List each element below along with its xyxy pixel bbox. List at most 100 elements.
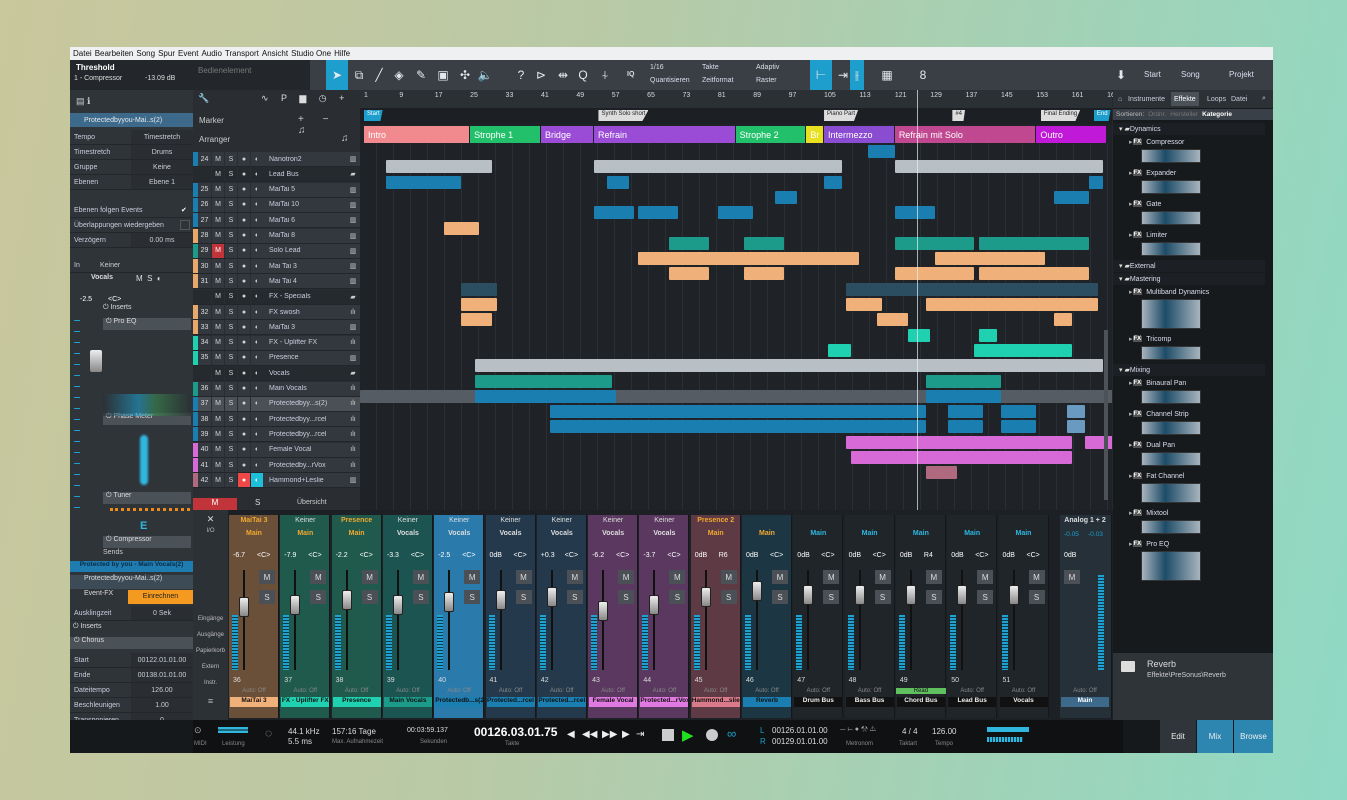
folder-track[interactable]: M S ● ◐ FX - Specials ▰ [193, 289, 360, 305]
mute-button[interactable]: M [211, 396, 224, 411]
checkbox[interactable] [180, 220, 190, 230]
track-row[interactable]: 28 M S ● ◐ MaiTai 8 ▥ [193, 228, 360, 244]
vertical-scrollbar[interactable] [1104, 330, 1108, 500]
layout-icon[interactable]: ▦ [876, 60, 898, 90]
mixer-extern[interactable]: Extern [193, 664, 228, 670]
mute-button[interactable]: M [211, 305, 224, 319]
event-clip[interactable] [978, 236, 1090, 250]
channel-output[interactable]: Main [280, 530, 330, 537]
tab-loops[interactable]: Loops [1204, 92, 1229, 106]
checkbox-checked-icon[interactable]: ✔ [181, 206, 193, 214]
inspector-pan[interactable]: <C> [108, 296, 121, 303]
channel-fader[interactable] [290, 595, 301, 615]
page-projekt[interactable]: Projekt [1229, 70, 1254, 79]
record-arm-button[interactable]: ● [237, 350, 250, 365]
inspector-row-timestretch[interactable]: Timestretch Drums [70, 145, 193, 160]
value[interactable]: 00138.01.01.00 [131, 668, 193, 682]
record-arm-button[interactable]: ● [237, 458, 250, 472]
channel-name[interactable]: FX - Uplifter FX [281, 697, 330, 707]
channel-name[interactable]: Protected...rVox [640, 697, 689, 707]
channel-name[interactable]: Chord Bus [896, 697, 945, 707]
monitor-button[interactable]: ◐ [250, 366, 263, 381]
automation-mode[interactable]: Auto: Off [999, 688, 1049, 694]
event-clip[interactable] [978, 267, 1090, 281]
browser-plugin[interactable]: ▸ FX Compressor [1113, 136, 1265, 148]
monitor-button[interactable]: ◐ [250, 259, 263, 274]
solo-button[interactable]: S [224, 213, 237, 228]
channel-solo[interactable]: S [925, 590, 942, 604]
insert-plugin[interactable]: ⏻ Compressor [103, 536, 191, 548]
monitor-button[interactable]: ◐ [250, 213, 263, 228]
home-icon[interactable]: ⌂ [1115, 92, 1125, 106]
mixer-instr[interactable]: Instr. [193, 680, 228, 686]
channel-name[interactable]: Protected...rcel [486, 697, 535, 707]
event-clip[interactable] [1089, 175, 1103, 189]
menu-audio[interactable]: Audio [201, 49, 221, 58]
quantize-select[interactable]: 1/16 [650, 64, 664, 71]
sort-hersteller[interactable]: Hersteller [1170, 111, 1198, 118]
event-clip[interactable] [846, 298, 882, 311]
sort-ordnr[interactable]: Ordnr. [1148, 111, 1166, 118]
channel-mute[interactable]: M [925, 570, 942, 584]
event-clip[interactable] [824, 175, 842, 189]
plugin-thumbnail[interactable] [1141, 149, 1201, 163]
solo-button[interactable]: S [224, 366, 237, 381]
mute-button[interactable]: M [211, 381, 224, 396]
track-row[interactable]: 39 M S ● ◐ Protectedbyy...rcel ılı [193, 427, 360, 443]
monitor-button[interactable]: ◐ [250, 381, 263, 396]
channel-output[interactable]: Main [793, 530, 843, 537]
browser-plugin[interactable]: ▸ FX Mixtool [1113, 507, 1265, 519]
event-clip[interactable] [908, 328, 931, 342]
channel-volume[interactable]: -2.5 [438, 552, 450, 559]
monitor-button[interactable]: ◐ [250, 427, 263, 442]
channel-input[interactable]: Keiner [486, 517, 536, 524]
channel-mute[interactable]: M [566, 570, 583, 584]
track-name[interactable]: Main Vocals [263, 385, 346, 392]
event-clip[interactable] [1054, 313, 1072, 327]
channel-mute[interactable]: M [515, 570, 532, 584]
channel-volume[interactable]: 0dB [1003, 552, 1015, 559]
autoscroll-icon[interactable]: ⫲ [850, 60, 864, 90]
track-name[interactable]: Protectedbyy...rcel [263, 431, 346, 438]
browser-plugin[interactable]: ▸ FX Fat Channel [1113, 470, 1265, 482]
channel-volume[interactable]: -6.7 [233, 552, 245, 559]
monitor-button[interactable]: ◐ [250, 458, 263, 472]
menu-hilfe[interactable]: Hilfe [334, 49, 350, 58]
plugin-thumbnail[interactable] [1141, 520, 1201, 534]
browser-plugin[interactable]: ▸ FX Channel Strip [1113, 408, 1265, 420]
track-row[interactable]: 24 M S ● ◐ Nanotron2 ▥ [193, 152, 360, 167]
menu-datei[interactable]: Datei [73, 49, 92, 58]
arranger-section[interactable]: Intro [364, 126, 470, 143]
channel-input[interactable]: Presence [332, 517, 382, 524]
value-select[interactable]: Keine [131, 160, 193, 174]
monitor-button[interactable]: ◐ [250, 243, 263, 258]
marker[interactable]: Piano Part [824, 110, 859, 121]
record-arm-button[interactable]: ● [237, 381, 250, 396]
channel-solo[interactable]: S [874, 590, 891, 604]
record-arm-button[interactable]: ● [237, 320, 250, 335]
channel-mute[interactable]: M [361, 570, 378, 584]
solo-button[interactable]: S [224, 305, 237, 319]
channel-solo[interactable]: S [566, 590, 583, 604]
event-clip[interactable] [386, 175, 462, 189]
monitor-button[interactable]: ◐ [250, 335, 263, 350]
channel-name[interactable]: Reverb [743, 697, 791, 707]
menu-bearbeiten[interactable]: Bearbeiten [95, 49, 134, 58]
monitor-button[interactable]: ◐ [250, 152, 263, 166]
channel-mute[interactable]: M [310, 570, 327, 584]
track-name[interactable]: MaiTai 5 [263, 186, 346, 193]
channel-volume[interactable]: 0dB [797, 552, 809, 559]
time-signature[interactable]: 4 / 4 [902, 727, 918, 736]
channel-name[interactable]: Vocals [999, 697, 1048, 707]
event-clip[interactable] [978, 328, 997, 342]
paint-tool-icon[interactable]: ✎ [410, 60, 432, 90]
event-clip[interactable] [1000, 420, 1037, 434]
event-clip[interactable] [934, 252, 1046, 266]
fast-forward-icon[interactable]: ▶▶ [602, 729, 617, 740]
folder-track[interactable]: M S ● ◐ Vocals ▰ [193, 366, 360, 382]
event-name[interactable]: Protectedbyyou-Mai..s(2) [70, 575, 193, 589]
event-clip[interactable] [717, 206, 754, 220]
automation-mode[interactable]: Read [895, 688, 946, 694]
solo-button[interactable]: S [224, 396, 237, 411]
track-name[interactable]: Mai Tai 4 [263, 278, 346, 285]
